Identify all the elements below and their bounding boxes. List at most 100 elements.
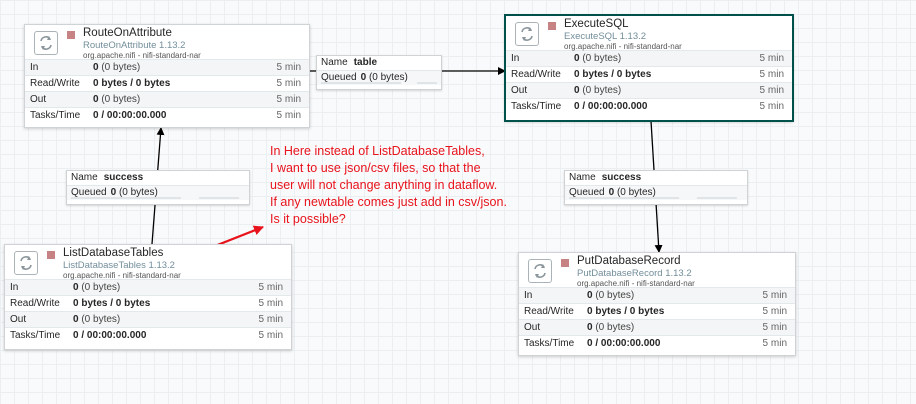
stats-value: 0 (0 bytes) xyxy=(93,94,141,105)
stats-row-in: In 0 (0 bytes) 5 min xyxy=(5,280,291,296)
stats-value: 0 (0 bytes) xyxy=(93,62,141,73)
stats-row-in: In 0 (0 bytes) 5 min xyxy=(506,51,792,67)
stats-row-tasks-time: Tasks/Time 0 / 00:00:00.000 5 min xyxy=(5,328,291,343)
stats-row-tasks-time: Tasks/Time 0 / 00:00:00.000 5 min xyxy=(25,108,309,123)
stats-window: 5 min xyxy=(762,290,787,301)
processor-icon xyxy=(14,251,38,275)
processor-route-on-attribute[interactable]: RouteOnAttribute RouteOnAttribute 1.13.2… xyxy=(24,24,310,128)
processor-name: ExecuteSQL xyxy=(564,18,629,30)
processor-header: PutDatabaseRecord PutDatabaseRecord 1.13… xyxy=(519,253,795,288)
queue-progress-bar-secondary xyxy=(417,82,437,84)
processor-bundle: org.apache.nifi - nifi-standard-nar xyxy=(577,279,695,288)
stats-row-in: In 0 (0 bytes) 5 min xyxy=(25,60,309,76)
stats-label: Out xyxy=(10,314,27,325)
processor-bundle: org.apache.nifi - nifi-standard-nar xyxy=(564,42,682,51)
stats-label: Read/Write xyxy=(30,78,80,89)
stats-window: 5 min xyxy=(258,314,283,325)
processor-type: ExecuteSQL 1.13.2 xyxy=(564,31,647,42)
processor-header: ExecuteSQL ExecuteSQL 1.13.2 org.apache.… xyxy=(506,16,792,51)
connection-name-row: Name table xyxy=(317,56,441,70)
stats-window: 5 min xyxy=(762,306,787,317)
processor-name: PutDatabaseRecord xyxy=(577,255,681,267)
stats-window: 5 min xyxy=(276,78,301,89)
stats-row-in: In 0 (0 bytes) 5 min xyxy=(519,288,795,304)
connection-label-success-left[interactable]: Name success Queued 0 (0 bytes) xyxy=(66,170,250,205)
stats-row-out: Out 0 (0 bytes) 5 min xyxy=(25,92,309,108)
stats-label: Out xyxy=(511,85,528,96)
stats-window: 5 min xyxy=(276,62,301,73)
queue-progress-bar xyxy=(71,197,181,199)
stopped-status-icon xyxy=(548,22,556,30)
processor-header: RouteOnAttribute RouteOnAttribute 1.13.2… xyxy=(25,25,309,60)
annotation-line: Is it possible? xyxy=(270,212,346,226)
stats-label: Tasks/Time xyxy=(30,110,81,121)
connection-label-table[interactable]: Name table Queued 0 (0 bytes) xyxy=(316,55,442,90)
stats-row-read-write: Read/Write 0 bytes / 0 bytes 5 min xyxy=(25,76,309,92)
processor-bundle: org.apache.nifi - nifi-standard-nar xyxy=(83,51,201,60)
stats-value: 0 (0 bytes) xyxy=(73,314,121,325)
processor-type: ListDatabaseTables 1.13.2 xyxy=(63,260,175,271)
connection-name: success xyxy=(601,172,642,183)
stats-row-out: Out 0 (0 bytes) 5 min xyxy=(5,312,291,328)
stats-row-read-write: Read/Write 0 bytes / 0 bytes 5 min xyxy=(506,67,792,83)
processor-put-database-record[interactable]: PutDatabaseRecord PutDatabaseRecord 1.13… xyxy=(518,252,796,356)
stats-value: 0 bytes / 0 bytes xyxy=(574,69,652,80)
processor-execute-sql[interactable]: ExecuteSQL ExecuteSQL 1.13.2 org.apache.… xyxy=(505,15,793,121)
stats-window: 5 min xyxy=(762,338,787,349)
stats-window: 5 min xyxy=(759,85,784,96)
stats-value: 0 (0 bytes) xyxy=(587,322,635,333)
processor-header: ListDatabaseTables ListDatabaseTables 1.… xyxy=(5,245,291,280)
stats-value: 0 / 00:00:00.000 xyxy=(587,338,661,349)
stats-window: 5 min xyxy=(762,322,787,333)
stats-window: 5 min xyxy=(759,53,784,64)
stats-label: In xyxy=(10,282,19,293)
stats-value: 0 bytes / 0 bytes xyxy=(73,298,151,309)
stats-value: 0 / 00:00:00.000 xyxy=(73,330,147,341)
stopped-status-icon xyxy=(47,251,55,259)
stopped-status-icon xyxy=(561,259,569,267)
stats-value: 0 / 00:00:00.000 xyxy=(574,101,648,112)
stats-value: 0 (0 bytes) xyxy=(574,85,622,96)
stats-window: 5 min xyxy=(759,101,784,112)
connection-queued-row: Queued 0 (0 bytes) xyxy=(67,185,249,200)
processor-bundle: org.apache.nifi - nifi-standard-nar xyxy=(63,271,181,280)
annotation-line: user will not change anything in dataflo… xyxy=(270,178,498,192)
connection-name-row: Name success xyxy=(565,171,747,185)
processor-icon xyxy=(515,22,539,46)
stats-window: 5 min xyxy=(258,282,283,293)
connection-name-key: Name xyxy=(321,57,348,68)
queue-progress-bar xyxy=(569,197,679,199)
connection-queued-row: Queued 0 (0 bytes) xyxy=(317,70,441,85)
queue-progress-bar-secondary xyxy=(199,197,239,199)
stats-label: Read/Write xyxy=(511,69,561,80)
stats-value: 0 bytes / 0 bytes xyxy=(587,306,665,317)
stats-label: In xyxy=(30,62,39,73)
stats-label: In xyxy=(511,53,520,64)
stats-label: In xyxy=(524,290,533,301)
processor-name: ListDatabaseTables xyxy=(63,247,164,259)
stats-window: 5 min xyxy=(759,69,784,80)
stats-row-tasks-time: Tasks/Time 0 / 00:00:00.000 5 min xyxy=(519,336,795,351)
queue-progress-bar-secondary xyxy=(697,197,737,199)
connection-queued-row: Queued 0 (0 bytes) xyxy=(565,185,747,200)
stats-value: 0 (0 bytes) xyxy=(73,282,121,293)
stats-row-out: Out 0 (0 bytes) 5 min xyxy=(506,83,792,99)
stats-row-read-write: Read/Write 0 bytes / 0 bytes 5 min xyxy=(519,304,795,320)
connection-label-success-right[interactable]: Name success Queued 0 (0 bytes) xyxy=(564,170,748,205)
stats-window: 5 min xyxy=(276,110,301,121)
connection-name-key: Name xyxy=(71,172,98,183)
stats-value: 0 (0 bytes) xyxy=(587,290,635,301)
stats-label: Read/Write xyxy=(524,306,574,317)
stats-row-tasks-time: Tasks/Time 0 / 00:00:00.000 5 min xyxy=(506,99,792,114)
processor-list-database-tables[interactable]: ListDatabaseTables ListDatabaseTables 1.… xyxy=(4,244,292,350)
processor-icon xyxy=(528,259,552,283)
connection-name-key: Name xyxy=(569,172,596,183)
stats-label: Tasks/Time xyxy=(511,101,562,112)
annotation-line: In Here instead of ListDatabaseTables, xyxy=(270,144,485,158)
connection-name-row: Name success xyxy=(67,171,249,185)
stats-label: Out xyxy=(30,94,47,105)
stopped-status-icon xyxy=(67,31,75,39)
processor-icon xyxy=(34,31,58,55)
stats-label: Tasks/Time xyxy=(10,330,61,341)
stats-value: 0 bytes / 0 bytes xyxy=(93,78,171,89)
